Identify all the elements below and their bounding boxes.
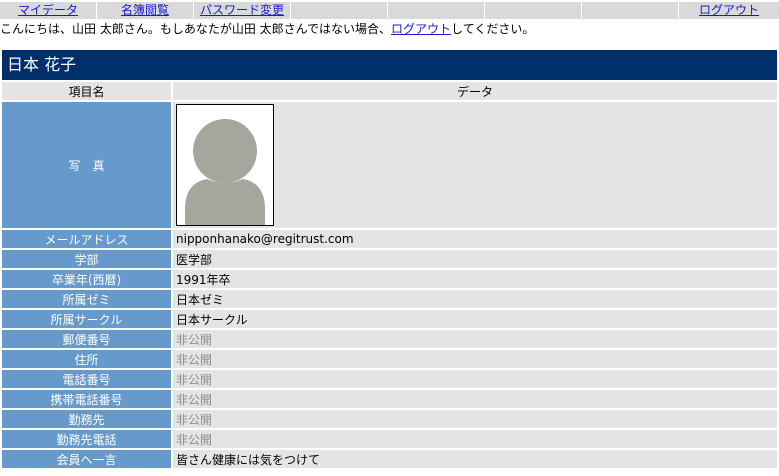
row-value-faculty: 医学部 (173, 250, 777, 268)
row-label-work-phone: 勤務先電話 (2, 430, 171, 448)
nav-link-password[interactable]: パスワード変更 (200, 3, 284, 17)
nav-link-directory[interactable]: 名簿閲覧 (121, 3, 169, 17)
row-label-graduation-year: 卒業年(西暦) (2, 270, 171, 288)
greeting-prefix: こんにちは、山田 太郎さん。もしあなたが山田 太郎さんではない場合、 (0, 22, 392, 36)
table-row: 住所 非公開 (2, 350, 777, 368)
table-row: 学部 医学部 (2, 250, 777, 268)
nav-item-logout: ログアウト (679, 2, 779, 19)
profile-name: 日本 花子 (7, 55, 77, 74)
row-label-mobile: 携帯電話番号 (2, 390, 171, 408)
avatar-silhouette-icon (185, 119, 265, 225)
row-value-circle: 日本サークル (173, 310, 777, 328)
greeting-logout-link[interactable]: ログアウト (391, 22, 451, 36)
top-nav: マイデータ 名簿閲覧 パスワード変更 ログアウト (0, 2, 779, 19)
row-label-faculty: 学部 (2, 250, 171, 268)
greeting-suffix: してください。 (451, 22, 535, 36)
header-data: データ (173, 82, 777, 100)
row-value-email: nipponhanako@regitrust.com (173, 230, 777, 248)
row-label-workplace: 勤務先 (2, 410, 171, 428)
nav-empty-cell (582, 2, 679, 19)
table-row: メールアドレス nipponhanako@regitrust.com (2, 230, 777, 248)
row-value-workplace: 非公開 (173, 410, 777, 428)
nav-empty-cell (291, 2, 388, 19)
nav-empty-cell (388, 2, 485, 19)
row-value-postal-code: 非公開 (173, 330, 777, 348)
row-label-phone: 電話番号 (2, 370, 171, 388)
table-row: 所属ゼミ 日本ゼミ (2, 290, 777, 308)
row-label-seminar: 所属ゼミ (2, 290, 171, 308)
nav-item-mydata: マイデータ (0, 2, 97, 19)
nav-link-logout[interactable]: ログアウト (699, 3, 759, 17)
table-row: 所属サークル 日本サークル (2, 310, 777, 328)
row-label-message: 会員へ一言 (2, 450, 171, 468)
table-row: 郵便番号 非公開 (2, 330, 777, 348)
header-item-name: 項目名 (2, 82, 171, 100)
table-row: 勤務先 非公開 (2, 410, 777, 428)
photo-label: 写 真 (2, 102, 171, 228)
row-label-address: 住所 (2, 350, 171, 368)
profile-name-bar: 日本 花子 (2, 50, 777, 80)
row-label-postal-code: 郵便番号 (2, 330, 171, 348)
table-row: 勤務先電話 非公開 (2, 430, 777, 448)
profile-photo (176, 104, 274, 226)
row-value-message: 皆さん健康には気をつけて (173, 450, 777, 468)
row-value-mobile: 非公開 (173, 390, 777, 408)
photo-row: 写 真 (2, 102, 777, 228)
table-row: 卒業年(西暦) 1991年卒 (2, 270, 777, 288)
table-header: 項目名 データ (2, 82, 777, 100)
table-row: 携帯電話番号 非公開 (2, 390, 777, 408)
nav-item-directory: 名簿閲覧 (97, 2, 194, 19)
row-value-seminar: 日本ゼミ (173, 290, 777, 308)
row-value-work-phone: 非公開 (173, 430, 777, 448)
greeting-message: こんにちは、山田 太郎さん。もしあなたが山田 太郎さんではない場合、ログアウトし… (0, 21, 534, 37)
row-value-address: 非公開 (173, 350, 777, 368)
row-value-phone: 非公開 (173, 370, 777, 388)
nav-link-mydata[interactable]: マイデータ (18, 3, 78, 17)
nav-empty-cell (485, 2, 582, 19)
table-row: 電話番号 非公開 (2, 370, 777, 388)
row-label-email: メールアドレス (2, 230, 171, 248)
profile-table: 日本 花子 項目名 データ 写 真 メールアドレス nipponhanako@r… (2, 50, 777, 468)
row-value-graduation-year: 1991年卒 (173, 270, 777, 288)
row-label-circle: 所属サークル (2, 310, 171, 328)
photo-cell (173, 102, 777, 228)
nav-item-password: パスワード変更 (194, 2, 291, 19)
table-row: 会員へ一言 皆さん健康には気をつけて (2, 450, 777, 468)
